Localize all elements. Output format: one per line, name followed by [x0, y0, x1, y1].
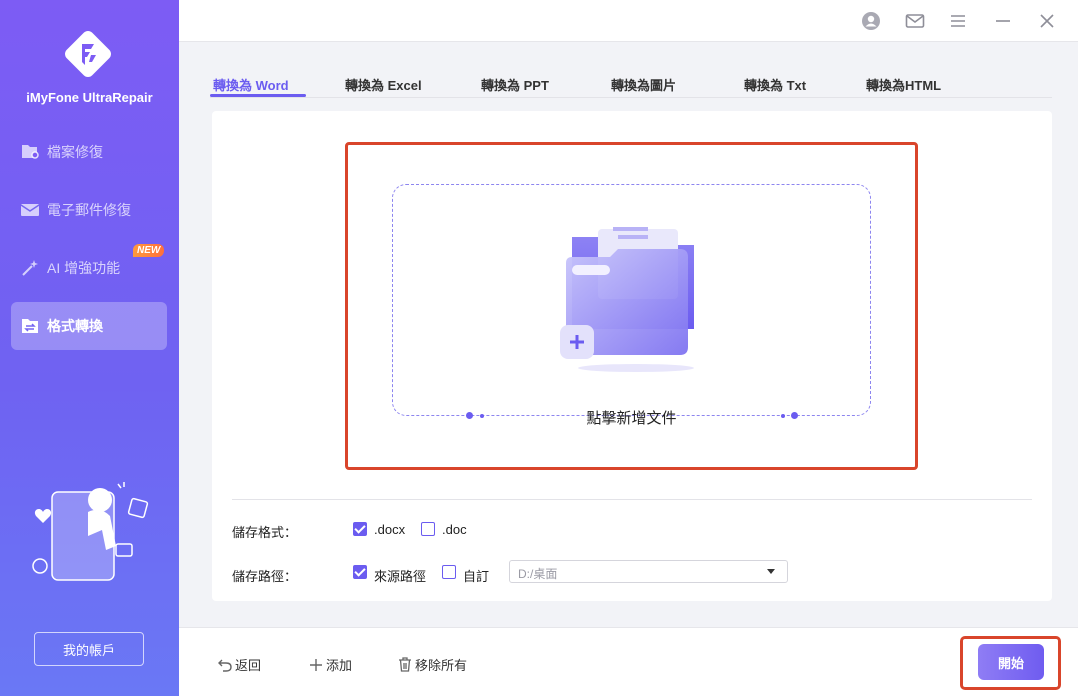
back-label: 返回: [235, 658, 262, 673]
user-icon[interactable]: [858, 8, 884, 34]
tab-to-excel[interactable]: 轉換為 Excel: [345, 75, 422, 94]
title-bar: [179, 0, 1078, 42]
source-path-checkbox[interactable]: [353, 565, 367, 579]
promo-illustration: [18, 478, 158, 588]
add-button[interactable]: 添加: [309, 655, 352, 674]
custom-path-option-label: 自訂: [463, 569, 490, 584]
sidebar-item-label: 電子郵件修復: [47, 202, 131, 218]
save-format-label: 儲存格式：: [232, 525, 298, 540]
custom-path-checkbox[interactable]: [442, 565, 456, 579]
close-icon[interactable]: [1034, 8, 1060, 34]
docx-option-label: .docx: [374, 522, 406, 537]
plus-icon: [309, 658, 323, 672]
tab-to-html[interactable]: 轉換為HTML: [866, 75, 941, 94]
sidebar-item-label: 格式轉換: [47, 318, 103, 334]
ai-sparkle-icon: [19, 257, 41, 279]
options-divider: [232, 499, 1032, 500]
source-path-option-label: 來源路徑: [374, 569, 427, 584]
sidebar-item-email-repair[interactable]: 電子郵件修復: [11, 186, 167, 234]
docx-checkbox[interactable]: [353, 522, 367, 536]
trash-icon: [398, 657, 412, 672]
mail-icon[interactable]: [902, 8, 928, 34]
tab-to-word[interactable]: 轉換為 Word: [213, 75, 289, 94]
add-file-label: 點擊新增文件: [586, 410, 677, 427]
convert-icon: [19, 315, 41, 337]
add-folder-icon: [560, 227, 694, 372]
sidebar-item-file-repair[interactable]: 檔案修復: [11, 128, 167, 176]
sidebar-item-label: AI 增強功能: [47, 260, 121, 276]
remove-all-label: 移除所有: [415, 658, 468, 673]
save-path-value: D:/桌面: [518, 567, 558, 581]
remove-all-button[interactable]: 移除所有: [398, 655, 467, 674]
app-logo: [58, 24, 118, 84]
minimize-icon[interactable]: [990, 8, 1016, 34]
mail-icon: [19, 199, 41, 221]
my-account-button[interactable]: 我的帳戶: [34, 632, 144, 666]
back-button[interactable]: 返回: [218, 655, 261, 674]
tab-to-image[interactable]: 轉換為圖片: [611, 75, 676, 94]
save-path-label: 儲存路徑：: [232, 569, 298, 584]
chevron-down-icon: [767, 569, 775, 574]
start-button[interactable]: 開始: [978, 644, 1044, 680]
menu-icon[interactable]: [945, 8, 971, 34]
doc-option-label: .doc: [442, 522, 467, 537]
file-repair-icon: [19, 141, 41, 163]
app-name: iMyFone UltraRepair: [26, 90, 153, 105]
add-label: 添加: [326, 658, 353, 673]
add-file-drop-zone[interactable]: 點擊新增文件: [392, 184, 871, 427]
tab-to-ppt[interactable]: 轉換為 PPT: [481, 75, 549, 94]
conversion-tabs: 轉換為 Word 轉換為 Excel 轉換為 PPT 轉換為圖片 轉換為 Txt…: [210, 70, 1052, 98]
doc-checkbox[interactable]: [421, 522, 435, 536]
save-path-select[interactable]: D:/桌面: [509, 560, 788, 583]
sidebar-item-label: 檔案修復: [47, 144, 103, 160]
sidebar: iMyFone UltraRepair 檔案修復 電子郵件修復 AI 增強功能 …: [0, 0, 179, 696]
undo-arrow-icon: [218, 658, 232, 672]
tab-to-txt[interactable]: 轉換為 Txt: [744, 75, 806, 94]
sidebar-item-format-convert[interactable]: 格式轉換: [11, 302, 167, 350]
active-tab-indicator: [210, 94, 306, 97]
new-badge: NEW: [133, 244, 165, 257]
